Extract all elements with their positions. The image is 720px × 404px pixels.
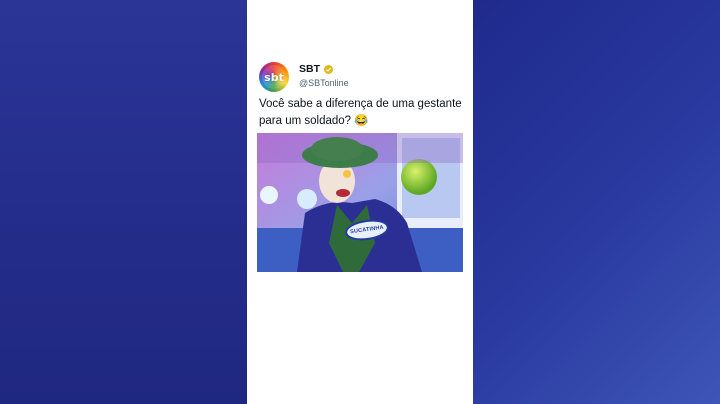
photo-illustration bbox=[257, 133, 463, 272]
tweet-card[interactable]: sbt SBT @SBTonline Você sabe a diferença… bbox=[247, 0, 473, 404]
background-right bbox=[473, 0, 720, 404]
tweet-photo[interactable]: SUCATINHA bbox=[257, 133, 463, 272]
sbt-logo: sbt bbox=[262, 65, 286, 89]
user-handle[interactable]: @SBTonline bbox=[299, 78, 349, 88]
display-name[interactable]: SBT bbox=[299, 63, 320, 75]
tweet-text: Você sabe a diferença de uma gestante pa… bbox=[259, 98, 462, 127]
name-row: SBT bbox=[299, 63, 333, 75]
avatar[interactable]: sbt bbox=[259, 62, 289, 92]
verified-badge-icon bbox=[324, 64, 333, 74]
background-left bbox=[0, 0, 247, 404]
tweet-header: sbt SBT @SBTonline bbox=[259, 62, 469, 96]
